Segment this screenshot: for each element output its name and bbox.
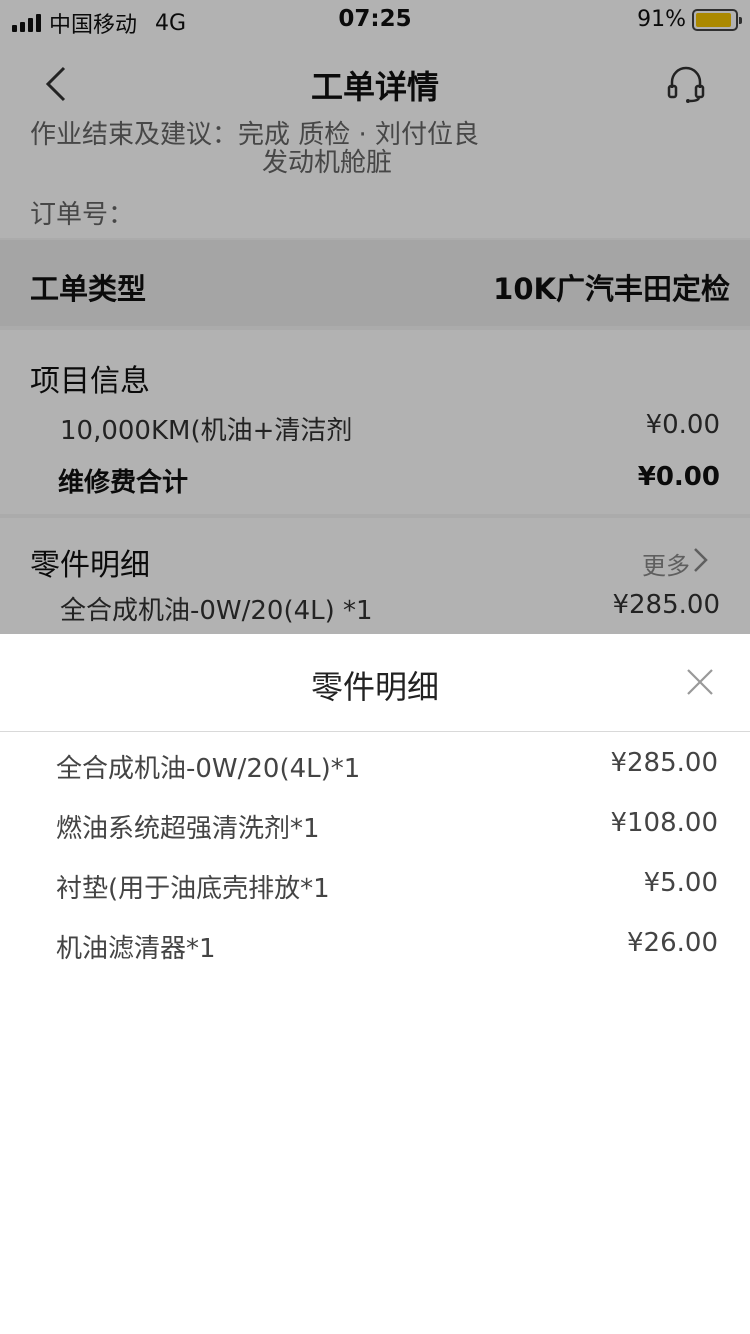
list-item: 机油滤清器*1 ¥26.00 bbox=[0, 914, 750, 974]
part-name: 衬垫(用于油底壳排放*1 bbox=[56, 874, 330, 904]
list-item: 燃油系统超强清洗剂*1 ¥108.00 bbox=[0, 794, 750, 854]
modal-backdrop[interactable] bbox=[0, 0, 750, 634]
part-price: ¥285.00 bbox=[610, 748, 718, 778]
list-item: 全合成机油-0W/20(4L)*1 ¥285.00 bbox=[0, 734, 750, 794]
part-name: 燃油系统超强清洗剂*1 bbox=[56, 814, 320, 844]
part-price: ¥108.00 bbox=[610, 808, 718, 838]
close-icon[interactable] bbox=[686, 668, 714, 696]
sheet-title: 零件明细 bbox=[310, 668, 439, 706]
parts-detail-sheet: 零件明细 全合成机油-0W/20(4L)*1 ¥285.00 燃油系统超强清洗剂… bbox=[0, 634, 750, 1334]
sheet-header: 零件明细 bbox=[0, 634, 750, 732]
part-name: 全合成机油-0W/20(4L)*1 bbox=[56, 754, 361, 784]
part-price: ¥26.00 bbox=[627, 928, 718, 958]
part-price: ¥5.00 bbox=[643, 868, 718, 898]
list-item: 衬垫(用于油底壳排放*1 ¥5.00 bbox=[0, 854, 750, 914]
part-name: 机油滤清器*1 bbox=[56, 934, 216, 964]
